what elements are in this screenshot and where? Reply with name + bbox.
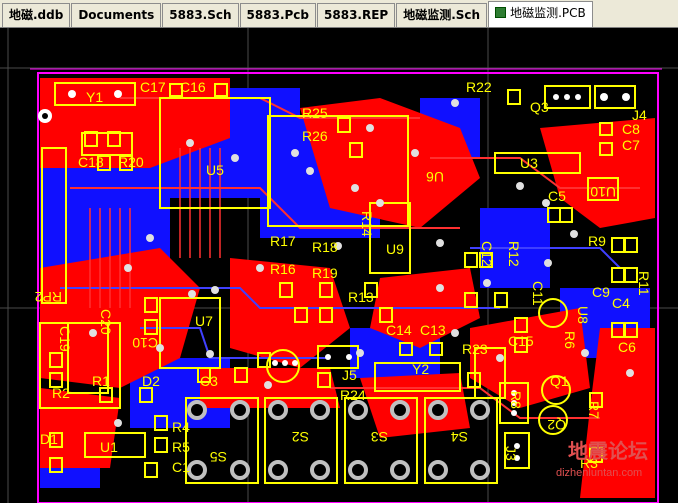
label-y2: Y2 bbox=[412, 361, 429, 377]
label-j5: J5 bbox=[342, 367, 357, 383]
label-r9: R9 bbox=[588, 233, 606, 249]
label-c15: C15 bbox=[508, 333, 534, 349]
tab-monitor-pcb-label: 地磁监测.PCB bbox=[510, 6, 586, 20]
label-r17: R17 bbox=[270, 233, 296, 249]
label-c8: C8 bbox=[622, 121, 640, 137]
label-r20: R20 bbox=[118, 154, 144, 170]
label-u8: U8 bbox=[575, 306, 591, 324]
label-r25: R25 bbox=[302, 105, 328, 121]
label-q3: Q3 bbox=[530, 99, 549, 115]
label-r19: R19 bbox=[312, 265, 338, 281]
tab-5883-pcb[interactable]: 5883.Pcb bbox=[239, 3, 317, 27]
label-u7: U7 bbox=[195, 313, 213, 329]
label-r13: R13 bbox=[348, 289, 374, 305]
label-r1: R1 bbox=[92, 373, 110, 389]
label-r24: R24 bbox=[340, 387, 366, 403]
label-c10: C10 bbox=[132, 335, 158, 351]
label-c18: C18 bbox=[78, 154, 104, 170]
label-c16: C16 bbox=[180, 79, 206, 95]
label-c19: C19 bbox=[57, 326, 73, 352]
watermark-url: dizhenluntan.com bbox=[556, 467, 642, 479]
label-r22: R22 bbox=[466, 79, 492, 95]
label-r14: R14 bbox=[359, 211, 375, 237]
label-c9: C9 bbox=[592, 284, 610, 300]
tab-5883-sch[interactable]: 5883.Sch bbox=[162, 3, 239, 27]
label-q1: Q1 bbox=[550, 373, 569, 389]
pcb-canvas[interactable]: Y1 C17 C16 R22 Q3 J4 C8 C7 R25 R26 C18 R… bbox=[0, 28, 678, 503]
label-r8: R8 bbox=[508, 391, 524, 409]
tab-5883-rep[interactable]: 5883.REP bbox=[317, 3, 396, 27]
label-c20: C20 bbox=[98, 309, 114, 335]
label-r26: R26 bbox=[302, 128, 328, 144]
label-c1: C1 bbox=[172, 459, 190, 475]
pcb-document-icon bbox=[495, 7, 507, 18]
origin-marker-icon bbox=[38, 109, 52, 123]
label-s5: S5 bbox=[210, 449, 227, 465]
label-c6: C6 bbox=[618, 339, 636, 355]
label-rp2: RP2 bbox=[35, 289, 62, 305]
label-c4: C4 bbox=[612, 295, 630, 311]
label-r12: R12 bbox=[506, 241, 522, 267]
label-r23: R23 bbox=[462, 341, 488, 357]
label-u6: U6 bbox=[426, 169, 444, 185]
label-u3: U3 bbox=[520, 155, 538, 171]
label-r4: R4 bbox=[172, 419, 190, 435]
tab-documents[interactable]: Documents bbox=[71, 3, 162, 27]
tab-monitor-pcb[interactable]: 地磁监测.PCB bbox=[488, 1, 593, 27]
label-d1: D1 bbox=[40, 431, 58, 447]
label-r11: R11 bbox=[636, 271, 652, 296]
label-s2: S2 bbox=[292, 429, 309, 445]
label-r7: R7 bbox=[586, 401, 602, 419]
label-j3: J3 bbox=[503, 446, 519, 461]
label-s4: S4 bbox=[451, 429, 468, 445]
label-r2: R2 bbox=[52, 385, 70, 401]
label-r6: R6 bbox=[562, 331, 578, 349]
label-r5: R5 bbox=[172, 439, 190, 455]
label-r18: R18 bbox=[312, 239, 338, 255]
label-u1: U1 bbox=[100, 439, 118, 455]
label-c13: C13 bbox=[420, 322, 446, 338]
watermark-text: 地震论坛 bbox=[568, 439, 648, 463]
label-c5: C5 bbox=[548, 188, 566, 204]
label-q2: Q2 bbox=[547, 417, 566, 433]
tab-monitor-sch[interactable]: 地磁监测.Sch bbox=[396, 3, 488, 27]
label-y1: Y1 bbox=[86, 89, 103, 105]
label-u5: U5 bbox=[206, 162, 224, 178]
label-d2: D2 bbox=[142, 373, 160, 389]
label-c14: C14 bbox=[386, 322, 412, 338]
watermark: 地震论坛 dizhenluntan.com bbox=[556, 439, 648, 479]
label-c11: C11 bbox=[530, 281, 546, 306]
label-c17: C17 bbox=[140, 79, 166, 95]
pcb-drawing: Y1 C17 C16 R22 Q3 J4 C8 C7 R25 R26 C18 R… bbox=[0, 28, 678, 503]
label-u9: U9 bbox=[386, 241, 404, 257]
label-s3: S3 bbox=[371, 429, 388, 445]
label-r16: R16 bbox=[270, 261, 296, 277]
document-tab-bar: 地磁.ddb Documents 5883.Sch 5883.Pcb 5883.… bbox=[0, 0, 678, 28]
tab-ddb[interactable]: 地磁.ddb bbox=[2, 3, 71, 27]
label-c7: C7 bbox=[622, 137, 640, 153]
label-c3: C3 bbox=[200, 373, 218, 389]
label-c12: C12 bbox=[479, 241, 495, 267]
label-u10: U10 bbox=[590, 184, 616, 200]
